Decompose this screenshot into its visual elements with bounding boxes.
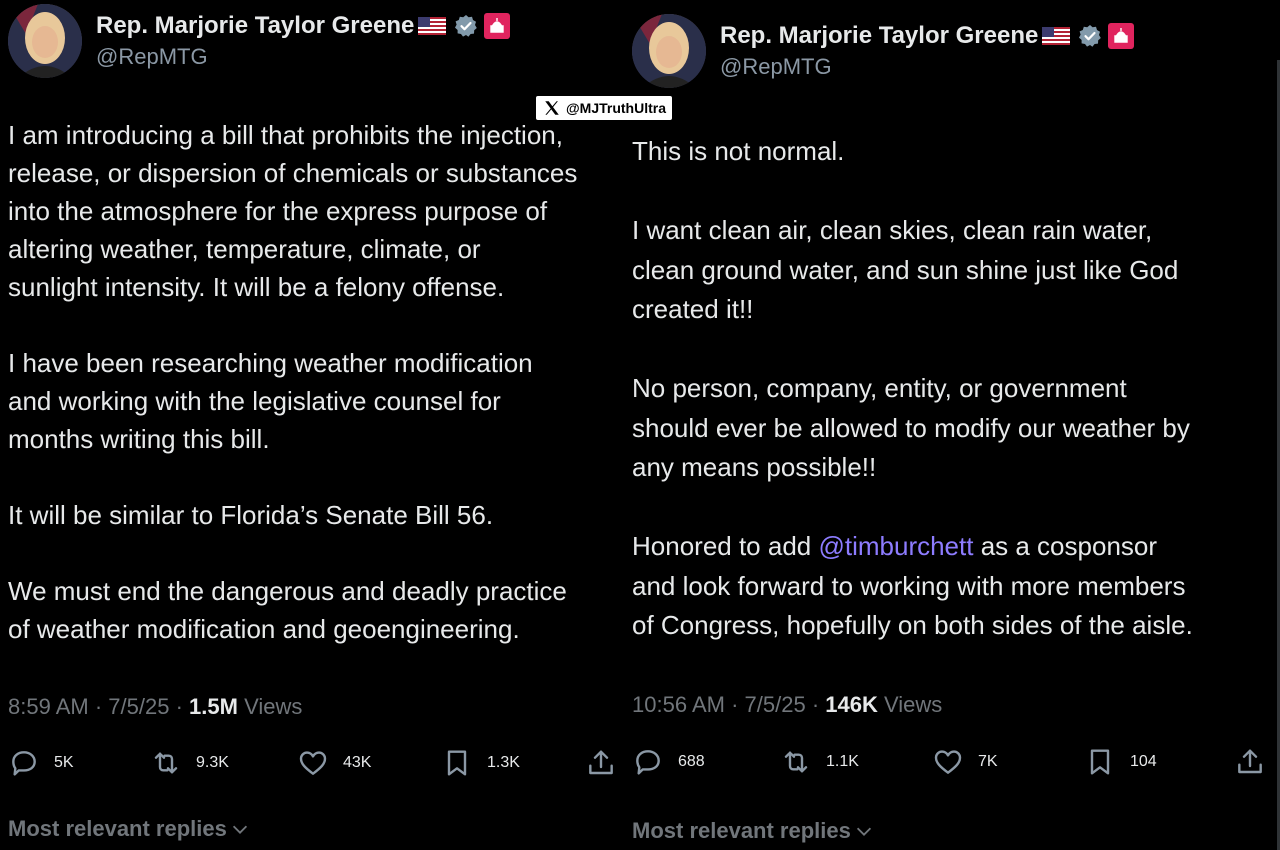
bookmark-button[interactable]: 104 <box>1084 746 1157 778</box>
like-icon <box>934 750 962 774</box>
left-tweet: Rep. Marjorie Taylor Greene @RepMTG I am… <box>0 0 620 850</box>
repost-count: 1.1K <box>826 753 859 770</box>
reply-icon <box>12 751 36 776</box>
reply-icon <box>636 750 660 775</box>
chevron-down-icon <box>232 825 247 834</box>
author-handle[interactable]: @RepMTG <box>720 54 1134 80</box>
flag-icon <box>418 17 447 35</box>
share-icon <box>1238 749 1262 774</box>
verified-icon <box>1079 25 1102 47</box>
bookmark-count: 1.3K <box>487 754 520 771</box>
views-label: Views <box>244 694 303 719</box>
capitol-badge-icon <box>1108 23 1135 49</box>
reply-button[interactable]: 688 <box>632 746 705 778</box>
repost-button[interactable]: 1.1K <box>780 746 859 778</box>
x-logo-icon <box>540 96 564 120</box>
tweet-time[interactable]: 8:59 AM <box>8 694 89 719</box>
most-relevant-label: Most relevant replies <box>8 816 227 841</box>
reply-button[interactable]: 5K <box>8 747 74 779</box>
avatar[interactable] <box>632 14 706 88</box>
tweet-date[interactable]: 7/5/25 <box>108 694 169 719</box>
views-count: 1.5M <box>189 694 238 719</box>
most-relevant-replies[interactable]: Most relevant replies <box>632 818 875 844</box>
repost-count: 9.3K <box>196 754 229 771</box>
repost-icon <box>154 752 178 774</box>
reply-count: 688 <box>678 753 705 770</box>
verified-icon <box>455 15 478 37</box>
tweet-text: I am introducing a bill that prohibits t… <box>8 120 578 644</box>
watermark-handle: @MJTruthUltra <box>566 100 666 116</box>
right-tweet: Rep. Marjorie Taylor Greene @RepMTG This… <box>620 0 1280 850</box>
repost-icon <box>784 751 808 773</box>
share-icon <box>589 750 613 775</box>
bookmark-button[interactable]: 1.3K <box>441 747 520 779</box>
reply-count: 5K <box>54 754 74 771</box>
bookmark-count: 104 <box>1130 753 1157 770</box>
bookmark-icon <box>1090 749 1110 775</box>
tweet-date[interactable]: 7/5/25 <box>745 692 806 717</box>
capitol-badge-icon <box>484 13 511 39</box>
chevron-down-icon <box>856 827 871 836</box>
like-button[interactable]: 7K <box>932 746 998 778</box>
author-name[interactable]: Rep. Marjorie Taylor Greene <box>720 22 1038 50</box>
tweet-meta: 8:59 AM · 7/5/25 · 1.5M Views <box>8 694 303 719</box>
like-count: 7K <box>978 753 998 770</box>
like-button[interactable]: 43K <box>297 747 371 779</box>
most-relevant-label: Most relevant replies <box>632 818 851 843</box>
most-relevant-replies[interactable]: Most relevant replies <box>8 816 251 842</box>
tweet-meta: 10:56 AM · 7/5/25 · 146K Views <box>632 692 943 717</box>
author-name[interactable]: Rep. Marjorie Taylor Greene <box>96 12 414 40</box>
share-button[interactable] <box>585 747 617 779</box>
mention-link[interactable]: @timburchett <box>818 531 973 561</box>
flag-icon <box>1042 27 1071 45</box>
tweet-header: Rep. Marjorie Taylor Greene @RepMTG <box>8 4 511 78</box>
bookmark-icon <box>447 750 467 776</box>
tweet-time[interactable]: 10:56 AM <box>632 692 725 717</box>
like-count: 43K <box>343 754 372 771</box>
share-button[interactable] <box>1234 746 1266 778</box>
tweet-text: This is not normal. I want clean air, cl… <box>632 132 1272 646</box>
author-handle[interactable]: @RepMTG <box>96 44 510 70</box>
avatar[interactable] <box>8 4 82 78</box>
tweet-header: Rep. Marjorie Taylor Greene @RepMTG <box>632 14 1135 88</box>
views-label: Views <box>884 692 943 717</box>
watermark: @MJTruthUltra <box>536 96 672 120</box>
like-icon <box>299 751 327 775</box>
views-count: 146K <box>825 692 878 717</box>
tweet-text-part1: This is not normal. I want clean air, cl… <box>632 136 1190 561</box>
repost-button[interactable]: 9.3K <box>150 747 229 779</box>
